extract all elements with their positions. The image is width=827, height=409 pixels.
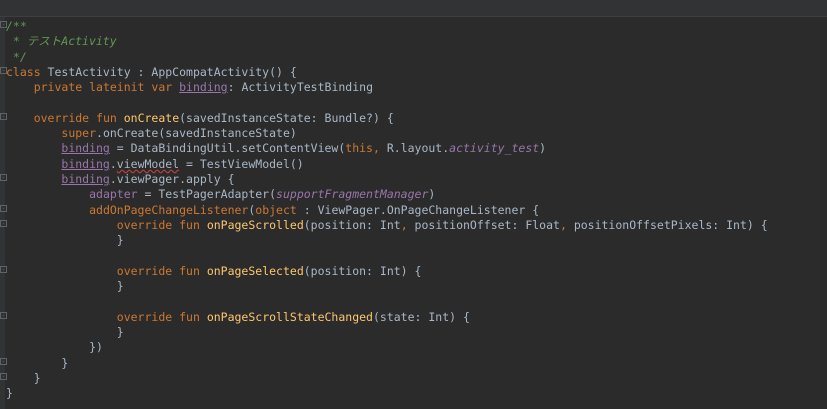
code-text: }) — [89, 340, 103, 355]
code-text: (position: Int) { — [303, 263, 422, 278]
code-text: } — [61, 355, 69, 370]
code-line: override fun onCreate(savedInstanceState… — [6, 111, 827, 126]
code-text: (savedInstanceState: Bundle?) { — [179, 110, 394, 125]
keyword: override fun — [116, 217, 200, 232]
punctuation: , — [372, 141, 380, 156]
function-name: onPageScrollStateChanged — [206, 309, 373, 324]
code-line: private lateinit var binding: ActivityTe… — [6, 80, 827, 95]
function-name: onPageScrolled — [206, 217, 304, 232]
code-line: override fun onPageScrollStateChanged(st… — [6, 310, 827, 325]
code-line: addOnPageChangeListener(object : ViewPag… — [6, 203, 827, 218]
property: binding — [179, 80, 228, 95]
code-text: } — [33, 370, 41, 385]
function-name: onCreate — [123, 110, 180, 125]
code-text: = TestViewModel() — [179, 156, 304, 171]
code-editor[interactable]: - - - - - - - - - - /** * テストActivity */… — [0, 0, 827, 409]
code-line: override fun onPageScrolled(position: In… — [6, 218, 827, 233]
code-text: } — [6, 386, 13, 401]
keyword: this — [345, 141, 373, 156]
keyword: private lateinit var — [33, 80, 173, 95]
code-text: } — [116, 279, 124, 294]
code-line: } — [6, 386, 827, 401]
code-line: class TestActivity : AppCompatActivity()… — [6, 65, 827, 80]
code-line: /** — [6, 19, 827, 34]
editor-top-bar — [0, 0, 827, 17]
code-text: } — [116, 233, 124, 248]
keyword: override fun — [116, 263, 200, 278]
code-text: (position: Int — [303, 217, 401, 232]
code-text: R.layout. — [379, 141, 450, 156]
punctuation: , — [559, 217, 567, 232]
function-call: addOnPageChangeListener — [89, 202, 249, 217]
code-line: * テストActivity — [6, 34, 827, 49]
field: viewModel — [116, 156, 180, 171]
code-text: (state: Int) { — [372, 309, 470, 324]
code-text: TestActivity : AppCompatActivity() { — [40, 64, 297, 79]
code-text: : ActivityTestBinding — [227, 80, 373, 95]
code-text: ) — [428, 187, 436, 202]
code-text: positionOffset: Float — [407, 217, 560, 232]
field: activity_test — [449, 141, 540, 156]
code-line: } — [6, 325, 827, 340]
field: viewPager — [116, 171, 180, 186]
code-line: binding = DataBindingUtil.setContentView… — [6, 141, 827, 156]
property: adapter — [89, 187, 138, 202]
doc-comment: */ — [6, 49, 27, 64]
property: binding — [61, 156, 110, 171]
code-line: */ — [6, 50, 827, 65]
code-text: . — [109, 156, 117, 171]
code-line: override fun onPageSelected(position: In… — [6, 264, 827, 279]
code-text: .onCreate(savedInstanceState) — [96, 126, 297, 141]
code-line: } — [6, 279, 827, 294]
code-line: super.onCreate(savedInstanceState) — [6, 126, 827, 141]
code-line: } — [6, 233, 827, 248]
punctuation: , — [400, 217, 408, 232]
code-line: } — [6, 371, 827, 386]
code-text: positionOffsetPixels: Int) { — [566, 217, 768, 232]
code-text: = DataBindingUtil.setContentView( — [109, 141, 346, 156]
field: supportFragmentManager — [276, 187, 429, 202]
keyword: override fun — [116, 309, 200, 324]
property: binding — [61, 141, 110, 156]
property: binding — [61, 171, 110, 186]
code-area[interactable]: /** * テストActivity */ class TestActivity … — [6, 19, 827, 401]
code-text: .apply { — [179, 171, 235, 186]
doc-comment: /** — [6, 19, 27, 33]
keyword: override fun — [33, 110, 117, 125]
doc-comment: * テストActivity — [6, 34, 117, 49]
code-text: = TestPagerAdapter( — [137, 187, 277, 202]
keyword: super — [61, 126, 97, 141]
editor-gutter — [0, 17, 5, 409]
function-name: onPageSelected — [206, 263, 304, 278]
keyword: class — [6, 64, 41, 79]
code-line: binding.viewPager.apply { — [6, 172, 827, 187]
keyword: object — [255, 202, 297, 217]
code-line: adapter = TestPagerAdapter(supportFragme… — [6, 187, 827, 202]
code-text: ) — [539, 141, 547, 156]
code-line: } — [6, 356, 827, 371]
code-text: : ViewPager.OnPageChangeListener { — [296, 202, 540, 217]
code-line: binding.viewModel = TestViewModel() — [6, 157, 827, 172]
code-text: . — [109, 171, 117, 186]
code-text: } — [116, 324, 124, 339]
code-line: }) — [6, 340, 827, 355]
